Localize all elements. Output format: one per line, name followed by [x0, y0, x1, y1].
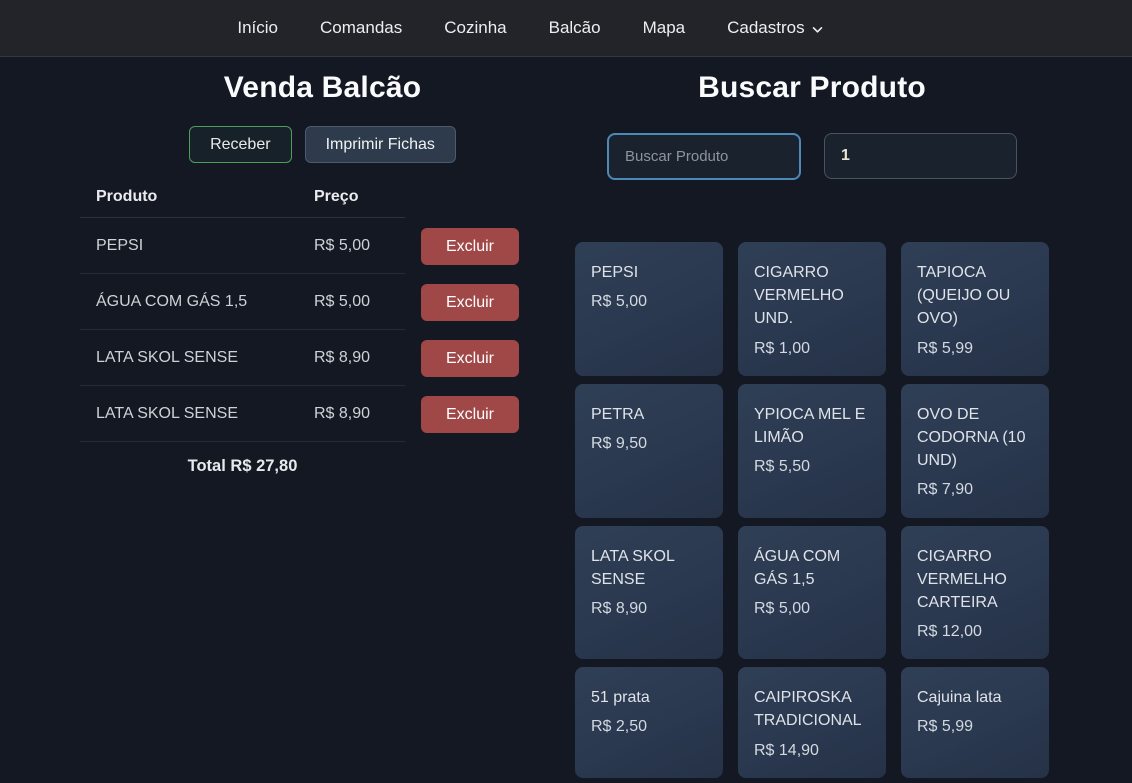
- product-card-name: YPIOCA MEL E LIMÃO: [754, 403, 870, 449]
- product-card-price: R$ 2,50: [591, 715, 707, 738]
- product-card-price: R$ 9,50: [591, 432, 707, 455]
- row-product-name: ÁGUA COM GÁS 1,5: [80, 274, 298, 330]
- delete-item-button[interactable]: Excluir: [421, 284, 519, 321]
- row-product-price: R$ 8,90: [298, 330, 405, 386]
- product-card-name: PEPSI: [591, 261, 707, 284]
- nav-item-mapa[interactable]: Mapa: [643, 18, 686, 38]
- product-card-price: R$ 5,99: [917, 715, 1033, 738]
- nav-item-label: Balcão: [549, 18, 601, 38]
- product-card-price: R$ 14,90: [754, 739, 870, 762]
- product-card-name: CAIPIROSKA TRADICIONAL: [754, 686, 870, 732]
- product-card-name: ÁGUA COM GÁS 1,5: [754, 545, 870, 591]
- product-card-name: TAPIOCA (QUEIJO OU OVO): [917, 261, 1033, 331]
- product-card[interactable]: CIGARRO VERMELHO UND. R$ 1,00: [738, 242, 886, 376]
- product-card-name: OVO DE CODORNA (10 UND): [917, 403, 1033, 473]
- order-total: Total R$ 27,80: [80, 457, 405, 476]
- row-action-cell: Excluir: [405, 386, 565, 442]
- product-card-name: PETRA: [591, 403, 707, 426]
- product-card[interactable]: LATA SKOL SENSE R$ 8,90: [575, 526, 723, 660]
- product-card[interactable]: TAPIOCA (QUEIJO OU OVO) R$ 5,99: [901, 242, 1049, 376]
- order-table: Produto Preço PEPSIR$ 5,00ExcluirÁGUA CO…: [80, 176, 565, 476]
- product-card[interactable]: PEPSI R$ 5,00: [575, 242, 723, 376]
- quantity-input[interactable]: [824, 133, 1017, 179]
- row-action-cell: Excluir: [405, 274, 565, 330]
- product-card[interactable]: CAIPIROSKA TRADICIONAL R$ 14,90: [738, 667, 886, 778]
- delete-item-button[interactable]: Excluir: [421, 228, 519, 265]
- nav-item-cozinha[interactable]: Cozinha: [444, 18, 506, 38]
- row-product-name: LATA SKOL SENSE: [80, 330, 298, 386]
- table-row: LATA SKOL SENSER$ 8,90 Excluir: [80, 330, 565, 386]
- product-card[interactable]: YPIOCA MEL E LIMÃO R$ 5,50: [738, 384, 886, 518]
- nav-item-inicio[interactable]: Início: [237, 18, 278, 38]
- product-card[interactable]: OVO DE CODORNA (10 UND) R$ 7,90: [901, 384, 1049, 518]
- nav-item-balcao[interactable]: Balcão: [549, 18, 601, 38]
- product-card-price: R$ 8,90: [591, 597, 707, 620]
- search-input[interactable]: [607, 133, 801, 180]
- counter-sale-title: Venda Balcão: [80, 71, 565, 105]
- product-card-price: R$ 7,90: [917, 478, 1033, 501]
- chevron-down-icon: [812, 26, 823, 34]
- row-product-price: R$ 8,90: [298, 386, 405, 442]
- table-row: PEPSIR$ 5,00 Excluir: [80, 218, 565, 274]
- nav-item-label: Início: [237, 18, 278, 38]
- row-action-cell: Excluir: [405, 218, 565, 274]
- product-card[interactable]: ÁGUA COM GÁS 1,5 R$ 5,00: [738, 526, 886, 660]
- product-card-price: R$ 5,00: [754, 597, 870, 620]
- row-product-price: R$ 5,00: [298, 218, 405, 274]
- main-content: Venda Balcão Receber Imprimir Fichas Pro…: [0, 57, 1132, 783]
- product-card-price: R$ 12,00: [917, 620, 1033, 643]
- product-card[interactable]: PETRA R$ 9,50: [575, 384, 723, 518]
- counter-sale-panel: Venda Balcão Receber Imprimir Fichas Pro…: [80, 57, 565, 476]
- row-product-price: R$ 5,00: [298, 274, 405, 330]
- receive-button[interactable]: Receber: [189, 126, 291, 163]
- product-card-name: LATA SKOL SENSE: [591, 545, 707, 591]
- sale-actions: Receber Imprimir Fichas: [80, 126, 565, 163]
- search-row: [575, 133, 1049, 180]
- nav-item-cadastros[interactable]: Cadastros: [727, 18, 822, 38]
- price-column-header: Preço: [298, 176, 405, 218]
- nav-item-label: Cadastros: [727, 18, 804, 38]
- search-product-panel: Buscar Produto PEPSI R$ 5,00 CIGARRO VERME…: [575, 57, 1049, 783]
- row-product-name: PEPSI: [80, 218, 298, 274]
- product-card[interactable]: 51 prata R$ 2,50: [575, 667, 723, 778]
- product-card-name: 51 prata: [591, 686, 707, 709]
- product-card-price: R$ 5,50: [754, 455, 870, 478]
- nav-items: Início Comandas Cozinha Balcão Mapa Cadastros: [237, 18, 822, 38]
- product-card-price: R$ 5,99: [917, 337, 1033, 360]
- product-card-name: CIGARRO VERMELHO CARTEIRA: [917, 545, 1033, 615]
- row-product-name: LATA SKOL SENSE: [80, 386, 298, 442]
- delete-item-button[interactable]: Excluir: [421, 340, 519, 377]
- product-card[interactable]: Cajuina lata R$ 5,99: [901, 667, 1049, 778]
- nav-item-label: Mapa: [643, 18, 686, 38]
- product-card-price: R$ 1,00: [754, 337, 870, 360]
- nav-item-comandas[interactable]: Comandas: [320, 18, 402, 38]
- product-column-header: Produto: [80, 176, 298, 218]
- print-tickets-button[interactable]: Imprimir Fichas: [305, 126, 456, 163]
- top-navbar: Início Comandas Cozinha Balcão Mapa Cadastros: [0, 0, 1132, 57]
- search-product-title: Buscar Produto: [575, 71, 1049, 105]
- product-card-name: CIGARRO VERMELHO UND.: [754, 261, 870, 331]
- product-card[interactable]: CIGARRO VERMELHO CARTEIRA R$ 12,00: [901, 526, 1049, 660]
- product-card-price: R$ 5,00: [591, 290, 707, 313]
- product-grid: PEPSI R$ 5,00 CIGARRO VERMELHO UND. R$ 1,00…: [575, 242, 1049, 783]
- nav-item-label: Comandas: [320, 18, 402, 38]
- delete-item-button[interactable]: Excluir: [421, 396, 519, 433]
- table-row: LATA SKOL SENSER$ 8,90 Excluir: [80, 386, 565, 442]
- product-card-name: Cajuina lata: [917, 686, 1033, 709]
- order-rows: PEPSIR$ 5,00ExcluirÁGUA COM GÁS 1,5R$ 5,…: [80, 218, 565, 442]
- row-action-cell: Excluir: [405, 330, 565, 386]
- nav-item-label: Cozinha: [444, 18, 506, 38]
- table-row: ÁGUA COM GÁS 1,5R$ 5,00 Excluir: [80, 274, 565, 330]
- order-table-header: Produto Preço: [80, 176, 565, 218]
- action-column-header: [405, 186, 565, 209]
